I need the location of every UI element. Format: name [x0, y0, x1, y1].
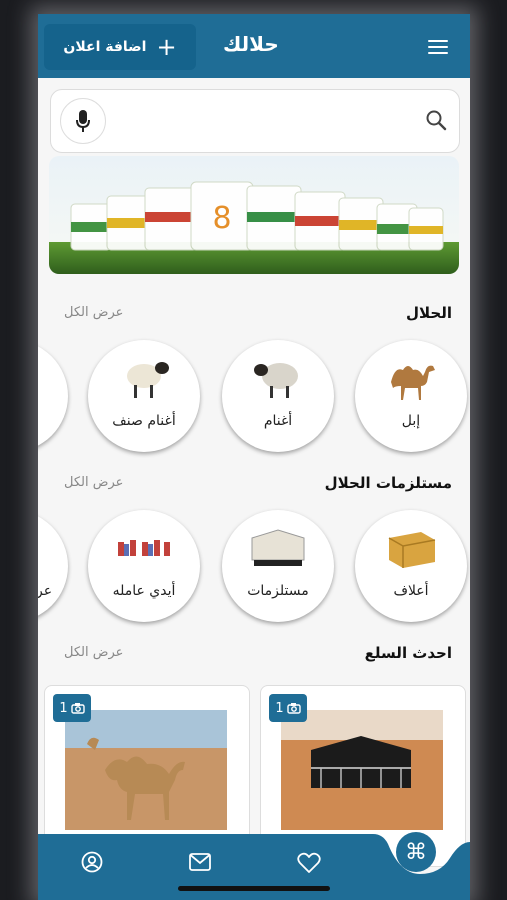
sheep-icon — [254, 363, 298, 398]
category-feed[interactable]: أعلاف — [355, 510, 467, 622]
sheep-breed-icon — [127, 362, 169, 398]
menu-icon[interactable] — [428, 40, 448, 54]
category-sheep[interactable]: أغنام — [222, 340, 334, 452]
top-app-bar: + اضافة اعلان حلالك — [38, 14, 470, 78]
app-title: حلالك — [223, 32, 279, 56]
mail-icon[interactable] — [189, 853, 211, 871]
category-camels[interactable]: إبل — [355, 340, 467, 452]
workers-icon — [118, 540, 170, 556]
latest-section-title: احدث السلع — [364, 644, 452, 662]
category-sheep-breeds[interactable]: أغنام صنف — [88, 340, 200, 452]
search-icon[interactable] — [425, 109, 447, 131]
supplies-view-all-link[interactable]: عرض الكل — [64, 475, 123, 490]
mic-icon[interactable] — [60, 98, 106, 144]
category-equipment[interactable]: مستلزمات — [222, 510, 334, 622]
tent-icon — [251, 529, 305, 566]
photo-count-badge: 1 — [269, 694, 307, 722]
profile-icon[interactable] — [81, 851, 103, 873]
camera-icon — [70, 703, 85, 714]
search-bar — [50, 89, 460, 153]
category-partial[interactable]: عر — [38, 510, 68, 622]
search-input[interactable] — [115, 104, 419, 138]
category-label: إبل — [401, 413, 421, 429]
category-label: عر — [38, 583, 53, 599]
add-listing-button[interactable]: + اضافة اعلان — [44, 24, 196, 70]
photo-count: 1 — [275, 700, 284, 716]
camel-icon — [391, 365, 435, 400]
svg-text:8: 8 — [212, 201, 231, 236]
photo-count: 1 — [59, 700, 68, 716]
hay-bale-icon — [388, 532, 436, 568]
category-label: مستلزمات — [247, 583, 309, 599]
category-label: أيدي عامله — [112, 583, 176, 599]
category-label: أعلاف — [393, 583, 429, 599]
app-screen: + اضافة اعلان حلالك 8 الحلال عرض الكل إب… — [38, 14, 470, 900]
home-indicator — [178, 886, 330, 891]
category-workers[interactable]: أيدي عامله — [88, 510, 200, 622]
category-label: أغنام — [263, 413, 293, 429]
listing-image — [281, 710, 443, 830]
add-listing-label: اضافة اعلان — [63, 39, 147, 55]
photo-count-badge: 1 — [53, 694, 91, 722]
plus-icon: + — [156, 33, 177, 61]
listing-image — [65, 710, 227, 830]
supplies-section-title: مستلزمات الحلال — [324, 474, 452, 492]
category-partial[interactable] — [38, 340, 68, 452]
latest-view-all-link[interactable]: عرض الكل — [64, 645, 123, 660]
heart-icon[interactable] — [297, 852, 321, 874]
livestock-section-title: الحلال — [406, 304, 452, 322]
promo-banner[interactable]: 8 — [49, 156, 459, 274]
livestock-view-all-link[interactable]: عرض الكل — [64, 305, 123, 320]
category-label: أغنام صنف — [112, 413, 176, 429]
command-icon[interactable]: ⌘ — [396, 832, 436, 872]
camera-icon — [286, 703, 301, 714]
